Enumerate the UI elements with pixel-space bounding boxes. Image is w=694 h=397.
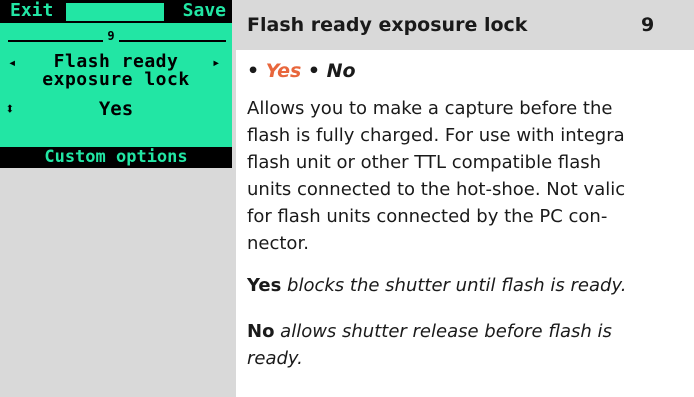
lcd-top-gap (64, 3, 166, 21)
option-yes: Yes (265, 60, 302, 82)
option-bullet: • (301, 60, 327, 82)
description-line: nector. (247, 233, 309, 254)
save-button[interactable]: Save (182, 0, 226, 21)
description-line: for flash units connected by the PC con- (247, 206, 608, 227)
camera-lcd-display: Exit Save 9 ◂ ▸ Flash ready exposure loc… (0, 0, 232, 168)
lcd-page-number: 9 (103, 30, 119, 43)
no-text-cont: ready. (247, 348, 303, 369)
lcd-setting-line2: exposure lock (42, 69, 190, 90)
option-list: • Yes • No (247, 60, 356, 82)
option-no: No (326, 60, 356, 82)
no-term: No (247, 321, 275, 342)
no-text: allows shutter release before flash is (274, 321, 612, 342)
option-bullet: • (247, 60, 266, 82)
description-line: Allows you to make a capture before the (247, 98, 613, 119)
yes-text: blocks the shutter until flash is ready. (281, 275, 627, 296)
yes-term: Yes (247, 275, 282, 296)
description-paragraph: Allows you to make a capture before the … (247, 95, 694, 257)
yes-description: Yes blocks the shutter until flash is re… (247, 272, 694, 299)
lcd-setting-value: Yes (98, 98, 134, 120)
exit-button[interactable]: Exit (10, 0, 54, 21)
no-description: No allows shutter release before flash i… (247, 318, 694, 372)
description-line: flash unit or other TTL compatible flash (247, 152, 602, 173)
section-number: 9 (641, 14, 655, 36)
lcd-footer: Custom options (0, 147, 232, 168)
description-line: flash is fully charged. For use with int… (247, 125, 625, 146)
description-line: units connected to the hot-shoe. Not val… (247, 179, 626, 200)
section-title: Flash ready exposure lock (247, 14, 528, 36)
